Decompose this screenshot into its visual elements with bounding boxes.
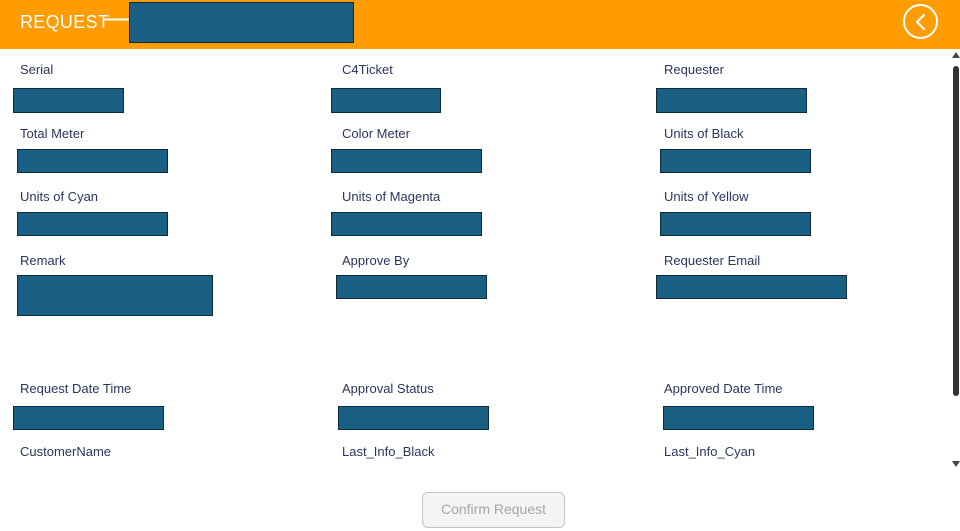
units-black-label: Units of Black xyxy=(664,126,744,141)
units-yellow-label: Units of Yellow xyxy=(664,189,749,204)
units-cyan-label: Units of Cyan xyxy=(20,189,99,204)
approved-date-time-field[interactable] xyxy=(663,406,814,430)
vertical-scrollbar[interactable] xyxy=(951,52,960,467)
units-magenta-label: Units of Magenta xyxy=(342,189,441,204)
c4ticket-label: C4Ticket xyxy=(342,62,393,77)
customer-name-value-clipped xyxy=(20,472,210,477)
color-meter-label: Color Meter xyxy=(342,126,410,141)
approved-date-time-label: Approved Date Time xyxy=(664,381,783,396)
chevron-left-icon xyxy=(915,13,926,31)
units-yellow-field[interactable] xyxy=(660,212,811,236)
units-cyan-field[interactable] xyxy=(17,212,168,236)
serial-label: Serial xyxy=(20,62,54,77)
requester-email-label: Requester Email xyxy=(664,253,761,268)
header-bar: REQUEST ⟶ xyxy=(0,0,960,49)
scroll-thumb[interactable] xyxy=(953,66,959,396)
total-meter-label: Total Meter xyxy=(20,126,85,141)
remark-field[interactable] xyxy=(17,275,213,316)
page-title: REQUEST xyxy=(20,12,110,32)
requester-field[interactable] xyxy=(656,88,807,113)
last-info-cyan-value-clipped xyxy=(664,472,884,477)
scroll-up-arrow-icon[interactable] xyxy=(952,52,960,58)
confirm-request-button[interactable]: Confirm Request xyxy=(422,492,565,528)
requester-label: Requester xyxy=(664,62,724,77)
approval-status-field[interactable] xyxy=(338,406,489,430)
customer-name-label: CustomerName xyxy=(20,444,112,459)
last-info-cyan-label: Last_Info_Cyan xyxy=(664,444,756,459)
approve-by-label: Approve By xyxy=(342,253,410,268)
color-meter-field[interactable] xyxy=(331,149,482,173)
redacted-title-value xyxy=(129,2,354,43)
total-meter-field[interactable] xyxy=(17,149,168,173)
request-date-time-field[interactable] xyxy=(13,406,164,430)
units-black-field[interactable] xyxy=(660,149,811,173)
units-magenta-field[interactable] xyxy=(331,212,482,236)
scroll-down-arrow-icon[interactable] xyxy=(952,461,960,467)
last-info-black-value-clipped xyxy=(342,472,542,477)
c4ticket-field[interactable] xyxy=(331,88,441,113)
serial-field[interactable] xyxy=(13,88,124,113)
approval-status-label: Approval Status xyxy=(342,381,434,396)
approve-by-field[interactable] xyxy=(336,275,487,299)
back-button[interactable] xyxy=(903,4,938,39)
request-date-time-label: Request Date Time xyxy=(20,381,132,396)
requester-email-field[interactable] xyxy=(656,275,847,299)
last-info-black-label: Last_Info_Black xyxy=(342,444,435,459)
remark-label: Remark xyxy=(20,253,66,268)
